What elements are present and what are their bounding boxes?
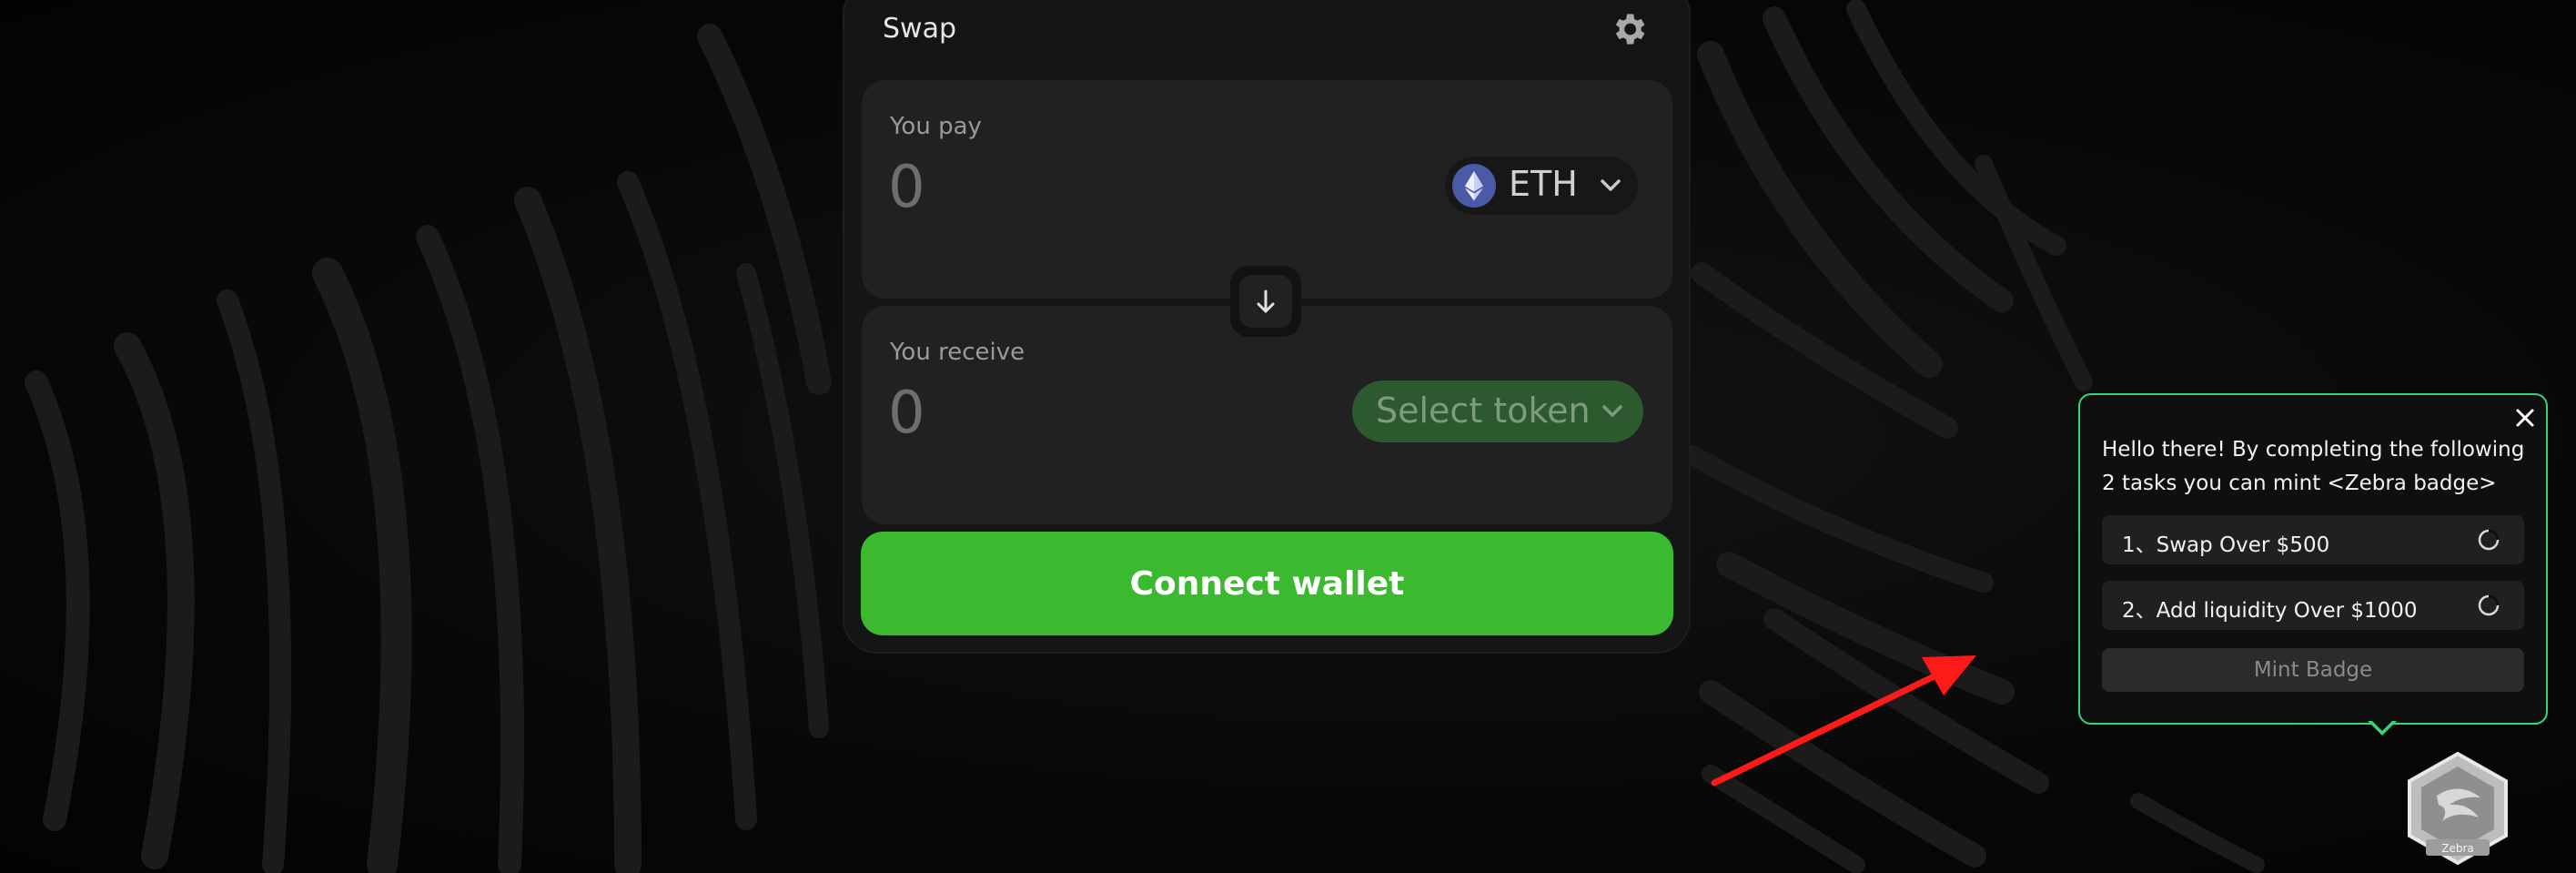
select-token-button[interactable]: Select token: [1352, 381, 1643, 442]
eth-token-selector[interactable]: ETH: [1445, 157, 1638, 215]
pay-label: You pay: [890, 113, 982, 140]
connect-wallet-button[interactable]: Connect wallet: [861, 532, 1673, 635]
annotation-arrow-icon: [1711, 655, 1976, 787]
chevron-down-icon: [1601, 179, 1621, 191]
popup-message: Hello there! By completing the following…: [2102, 438, 2525, 495]
swap-title: Swap: [883, 13, 957, 45]
switch-tokens-button-frame: [1230, 266, 1301, 337]
close-icon[interactable]: [2511, 404, 2539, 431]
gear-icon[interactable]: [1609, 9, 1649, 49]
mint-badge-button[interactable]: Mint Badge: [2102, 648, 2524, 692]
eth-token-symbol: ETH: [1509, 164, 1578, 204]
select-token-label: Select token: [1376, 391, 1591, 431]
ethereum-icon: [1452, 164, 1496, 208]
popup-tail-inner: [2370, 719, 2394, 731]
receive-label: You receive: [890, 339, 1025, 366]
task-label: 2、Add liquidity Over $1000: [2122, 599, 2418, 623]
pending-circle-icon: [2478, 594, 2500, 616]
chevron-down-icon: [1602, 405, 1622, 417]
task-item-liquidity[interactable]: 2、Add liquidity Over $1000: [2102, 581, 2524, 630]
switch-tokens-button[interactable]: [1239, 275, 1292, 328]
zebra-badge-icon[interactable]: Zebra: [2399, 750, 2517, 868]
task-item-swap[interactable]: 1、Swap Over $500: [2102, 515, 2524, 564]
badge-label: Zebra: [2441, 842, 2474, 855]
task-label: 1、Swap Over $500: [2122, 533, 2330, 557]
pending-circle-icon: [2478, 529, 2500, 551]
pay-amount-input[interactable]: [888, 151, 1343, 224]
receive-amount-input[interactable]: [888, 377, 1343, 450]
arrow-down-icon: [1257, 289, 1275, 313]
